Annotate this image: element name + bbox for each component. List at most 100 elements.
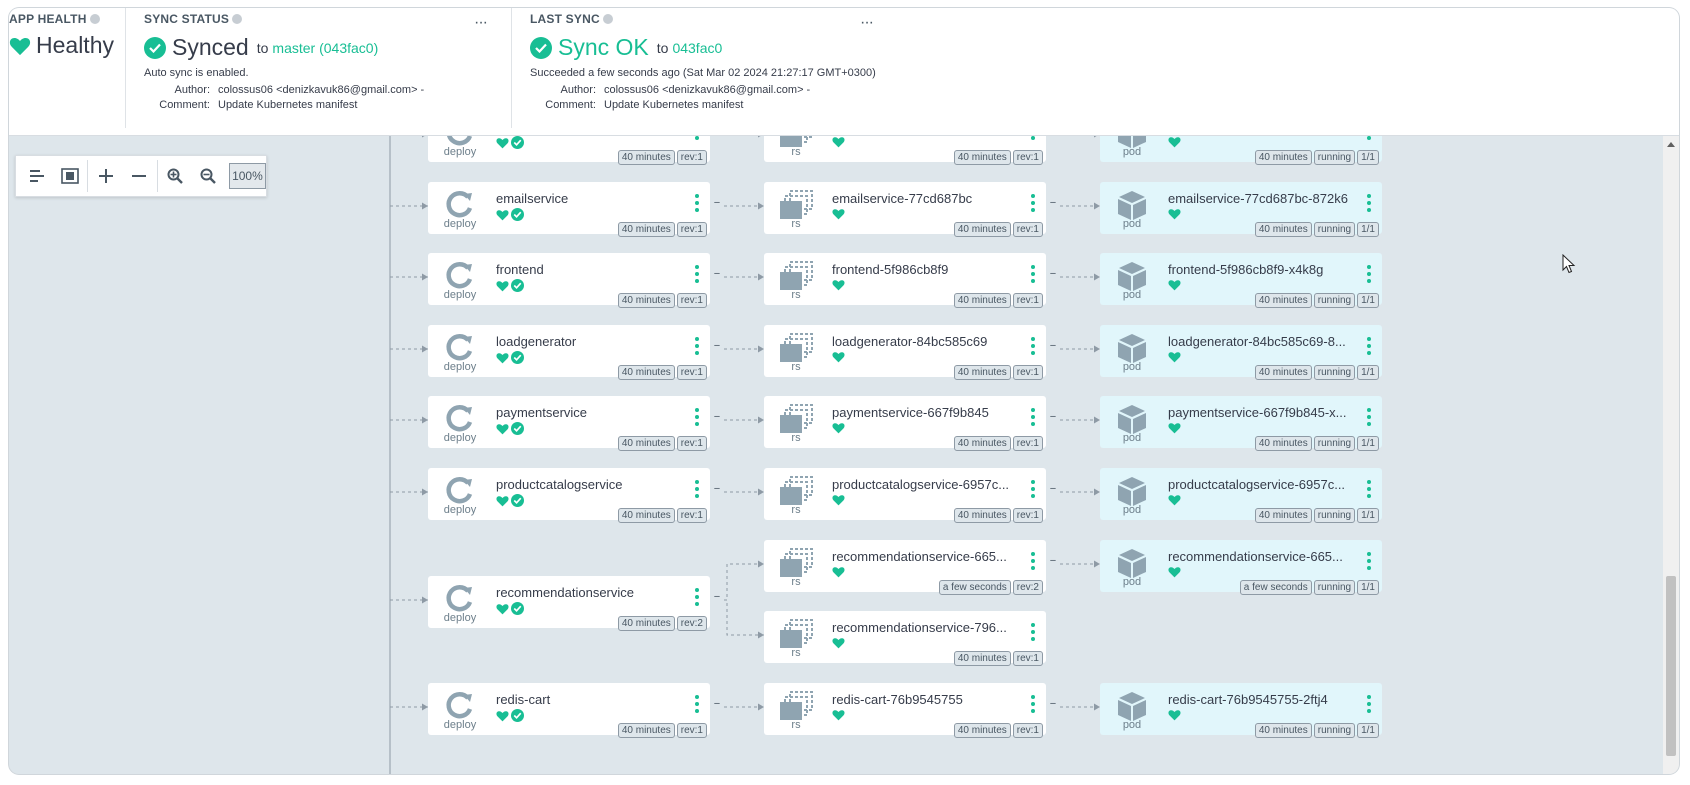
more-options-icon[interactable]: ··· (860, 15, 874, 31)
more-actions-icon[interactable] (694, 337, 700, 361)
collapse-toggle-icon[interactable]: − (1048, 483, 1058, 495)
resource-name: emailservice (496, 191, 569, 206)
more-actions-icon[interactable] (694, 265, 700, 289)
sync-revision-link[interactable]: master (043fac0) (272, 40, 378, 56)
ready-tag: 1/1 (1357, 436, 1379, 451)
help-icon[interactable] (602, 14, 613, 24)
more-actions-icon[interactable] (1030, 265, 1036, 289)
more-actions-icon[interactable] (694, 194, 700, 218)
pod-node[interactable]: pod productcatalogservice-6957c... 40 minu… (1100, 468, 1382, 523)
heart-icon (1168, 352, 1181, 363)
rs-node[interactable]: rs recommendationservice-796... 40 minutes… (764, 611, 1046, 666)
rs-node[interactable]: rs loadgenerator-84bc585c69 − 40 minutes rev… (764, 325, 1056, 380)
scroll-up-icon[interactable] (1667, 142, 1675, 147)
replicaset-icon (780, 190, 813, 219)
scrollbar-thumb[interactable] (1666, 576, 1676, 756)
more-actions-icon[interactable] (1366, 194, 1372, 218)
plus-icon[interactable] (89, 159, 122, 193)
collapse-toggle-icon[interactable]: − (712, 136, 722, 137)
minus-icon[interactable] (122, 159, 155, 193)
more-actions-icon[interactable] (1366, 136, 1372, 146)
zoom-out-icon[interactable] (192, 159, 225, 193)
pod-node[interactable]: pod redis-cart-76b9545755-2ftj4 40 minutes… (1100, 683, 1382, 738)
collapse-toggle-icon[interactable]: − (1048, 555, 1058, 567)
more-actions-icon[interactable] (1030, 695, 1036, 719)
resource-name: redis-cart-76b9545755 (832, 692, 963, 707)
more-actions-icon[interactable] (694, 408, 700, 432)
more-actions-icon[interactable] (694, 588, 700, 612)
fit-screen-icon[interactable] (53, 159, 86, 193)
zoom-in-icon[interactable] (159, 159, 192, 193)
rs-node[interactable]: rs redis-cart-76b9545755 − 40 minutes rev:1 (764, 683, 1056, 738)
zoom-level[interactable]: 100% (228, 163, 266, 189)
collapse-toggle-icon[interactable]: − (712, 698, 722, 710)
resource-status (832, 709, 845, 721)
more-actions-icon[interactable] (1030, 337, 1036, 361)
collapse-toggle-icon[interactable]: − (1048, 340, 1058, 352)
resource-kind-label: pod (1122, 218, 1142, 230)
rs-node[interactable]: rs productcatalogservice-6957c... − 40 minu… (764, 468, 1056, 523)
more-actions-icon[interactable] (1366, 337, 1372, 361)
age-tag: 40 minutes (953, 365, 1011, 380)
mouse-cursor-icon (1562, 254, 1576, 274)
rs-node[interactable]: rs frontend-5f986cb8f9 − 40 minutes rev:1 (764, 253, 1056, 308)
pod-node[interactable]: pod loadgenerator-84bc585c69-8... 40 minut… (1100, 325, 1382, 380)
deploy-node[interactable]: deploy productcatalogservice − 40 minutes re… (428, 468, 720, 523)
collapse-toggle-icon[interactable]: − (712, 591, 722, 603)
more-actions-icon[interactable] (694, 136, 700, 146)
deploy-node[interactable]: deploy paymentservice − 40 minutes rev:1 (428, 396, 720, 451)
more-actions-icon[interactable] (1366, 408, 1372, 432)
collapse-toggle-icon[interactable]: − (712, 268, 722, 280)
age-tag: 40 minutes (617, 150, 675, 165)
vertical-scrollbar[interactable] (1663, 136, 1679, 774)
rs-node[interactable]: rs recommendationservice-665... − a few sec… (764, 540, 1056, 595)
deploy-node[interactable]: deploy recommendationservice − 40 minutes re… (428, 576, 720, 631)
pod-status-tag: running (1313, 436, 1356, 451)
deploy-node[interactable]: deploy loadgenerator − 40 minutes rev:1 (428, 325, 720, 380)
more-actions-icon[interactable] (1030, 136, 1036, 146)
more-actions-icon[interactable] (1030, 408, 1036, 432)
more-actions-icon[interactable] (694, 480, 700, 504)
rs-node[interactable]: rs − 40 minutesrev:1 (764, 136, 1056, 165)
more-actions-icon[interactable] (1030, 480, 1036, 504)
collapse-toggle-icon[interactable]: − (1048, 411, 1058, 423)
pod-node[interactable]: pod paymentservice-667f9b845-x... 40 minut… (1100, 396, 1382, 451)
collapse-toggle-icon[interactable]: − (1048, 698, 1058, 710)
pod-node[interactable]: pod emailservice-77cd687bc-872k6 40 minute… (1100, 182, 1382, 237)
collapse-toggle-icon[interactable]: − (1048, 197, 1058, 209)
heart-icon (9, 37, 31, 55)
pod-node[interactable]: pod 40 minutes running 1/1 (1100, 136, 1382, 165)
revision-tag: rev:2 (1012, 580, 1043, 595)
more-options-icon[interactable]: ··· (474, 15, 488, 31)
deploy-node[interactable]: deploy frontend − 40 minutes rev:1 (428, 253, 720, 308)
help-icon[interactable] (232, 14, 243, 24)
more-actions-icon[interactable] (1030, 623, 1036, 647)
align-left-icon[interactable] (20, 159, 53, 193)
rs-node[interactable]: rs emailservice-77cd687bc − 40 minutes rev:1 (764, 182, 1056, 237)
deploy-node[interactable]: deploy redis-cart − 40 minutes rev:1 (428, 683, 720, 738)
age-tag: 40 minutes (617, 723, 675, 738)
deployment-icon (446, 477, 473, 504)
more-actions-icon[interactable] (1030, 194, 1036, 218)
rs-node[interactable]: rs paymentservice-667f9b845 − 40 minutes rev… (764, 396, 1056, 451)
help-icon[interactable] (89, 14, 100, 24)
collapse-toggle-icon[interactable]: − (712, 483, 722, 495)
collapse-toggle-icon[interactable]: − (712, 197, 722, 209)
resource-tree-canvas[interactable]: 100% deploy−40 minutesrev:1rs−40 minutes… (9, 136, 1679, 774)
collapse-toggle-icon[interactable]: − (1048, 136, 1058, 137)
resource-status (832, 279, 845, 291)
more-actions-icon[interactable] (1030, 552, 1036, 576)
collapse-toggle-icon[interactable]: − (1048, 268, 1058, 280)
more-actions-icon[interactable] (1366, 695, 1372, 719)
collapse-toggle-icon[interactable]: − (712, 411, 722, 423)
more-actions-icon[interactable] (1366, 552, 1372, 576)
collapse-toggle-icon[interactable]: − (712, 340, 722, 352)
pod-node[interactable]: pod recommendationservice-665... a few sec… (1100, 540, 1382, 595)
more-actions-icon[interactable] (694, 695, 700, 719)
deploy-node[interactable]: deploy emailservice − 40 minutes rev:1 (428, 182, 720, 237)
more-actions-icon[interactable] (1366, 265, 1372, 289)
last-sync-revision-link[interactable]: 043fac0 (672, 40, 722, 56)
more-actions-icon[interactable] (1366, 480, 1372, 504)
pod-node[interactable]: pod frontend-5f986cb8f9-x4k8g 40 minutes ru… (1100, 253, 1382, 308)
deploy-node[interactable]: deploy − 40 minutesrev:1 (428, 136, 720, 165)
